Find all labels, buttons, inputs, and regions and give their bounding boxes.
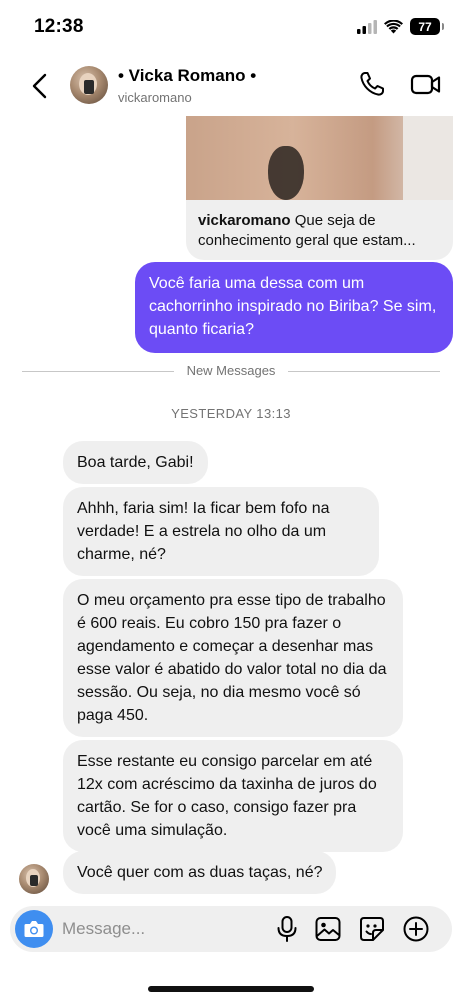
phone-icon[interactable] <box>358 70 386 98</box>
gallery-icon[interactable] <box>314 915 342 943</box>
status-icons: 77 <box>357 18 444 35</box>
plus-circle-icon[interactable] <box>402 915 430 943</box>
back-chevron-icon[interactable] <box>28 72 52 100</box>
message-timestamp: YESTERDAY 13:13 <box>171 406 291 421</box>
chat-header: • Vicka Romano • vickaromano <box>0 56 462 116</box>
sender-avatar[interactable] <box>19 864 49 894</box>
contact-username[interactable]: vickaromano <box>118 90 192 105</box>
shared-post-card[interactable]: vickaromano Que seja de conhecimento ger… <box>186 116 453 260</box>
camera-icon <box>24 921 44 937</box>
home-indicator[interactable] <box>148 986 314 992</box>
battery-icon: 77 <box>410 18 444 35</box>
contact-avatar[interactable] <box>70 66 108 104</box>
signal-icon <box>357 19 377 34</box>
incoming-message-bubble[interactable]: O meu orçamento pra esse tipo de trabalh… <box>63 579 403 737</box>
sticker-icon[interactable] <box>358 915 386 943</box>
shared-post-caption-line2: conhecimento geral que estam... <box>198 232 416 249</box>
message-composer <box>10 906 452 952</box>
shared-post-caption: vickaromano Que seja de conhecimento ger… <box>198 211 443 251</box>
video-camera-icon[interactable] <box>410 70 442 98</box>
status-bar: 12:38 77 <box>0 0 462 52</box>
incoming-message-bubble[interactable]: Ahhh, faria sim! Ia ficar bem fofo na ve… <box>63 487 379 576</box>
new-messages-divider: New Messages <box>22 362 440 380</box>
incoming-message-bubble[interactable]: Boa tarde, Gabi! <box>63 441 208 484</box>
outgoing-message-bubble[interactable]: Você faria uma dessa com um cachorrinho … <box>135 262 453 353</box>
divider-line-right <box>288 371 440 372</box>
status-time: 12:38 <box>34 16 84 37</box>
incoming-message-bubble[interactable]: Esse restante eu consigo parcelar em até… <box>63 740 403 852</box>
wifi-icon <box>384 19 403 33</box>
incoming-message-bubble[interactable]: Você quer com as duas taças, né? <box>63 851 337 894</box>
message-input[interactable] <box>62 916 262 942</box>
shared-post-author: vickaromano <box>198 212 291 229</box>
shared-post-image[interactable] <box>186 116 453 200</box>
contact-name[interactable]: • Vicka Romano • <box>118 66 256 86</box>
microphone-icon[interactable] <box>274 915 300 943</box>
shared-post-caption-line1: Que seja de <box>290 212 376 229</box>
camera-button[interactable] <box>15 910 53 948</box>
